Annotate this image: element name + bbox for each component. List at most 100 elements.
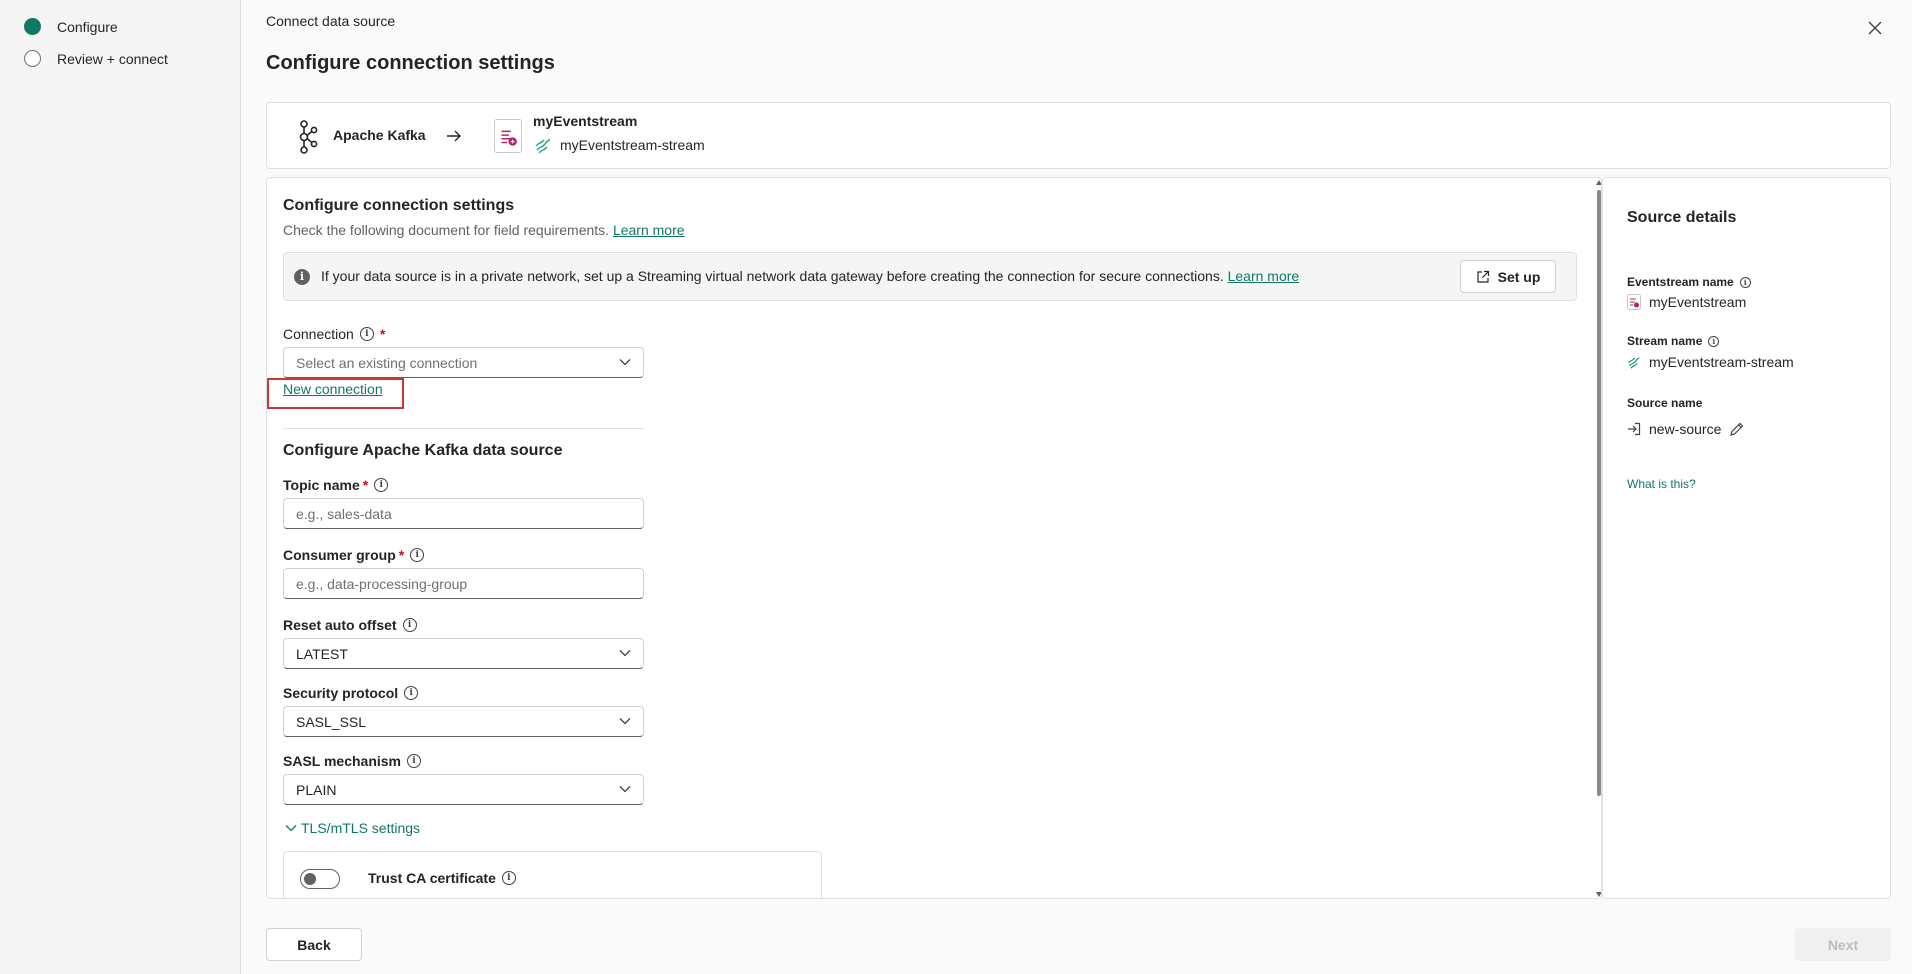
sasl-mechanism-label: SASL mechanism i [283, 753, 422, 769]
eventstream-label-text: Eventstream name [1627, 275, 1734, 289]
kafka-section-title: Configure Apache Kafka data source [283, 442, 563, 459]
stream-icon [535, 139, 551, 154]
reset-offset-label: Reset auto offset i [283, 617, 417, 633]
next-button[interactable]: Next [1795, 928, 1891, 961]
vertical-scrollbar[interactable] [1595, 178, 1601, 898]
destination-name: myEventstream [533, 113, 638, 129]
stream-name-label: Stream name i [1627, 334, 1720, 348]
page-title: Configure connection settings [266, 52, 555, 74]
chevron-down-icon [619, 650, 631, 657]
info-icon: i [410, 548, 425, 562]
stream-label-text: Stream name [1627, 334, 1703, 348]
close-icon[interactable] [1864, 17, 1886, 39]
tls-settings-card: Trust CA certificate i [283, 851, 822, 898]
connection-placeholder: Select an existing connection [296, 354, 478, 371]
destination-stream-name: myEventstream-stream [560, 137, 705, 153]
topic-name-input[interactable]: e.g., sales-data [283, 498, 644, 529]
eventstream-name-value: myEventstream [1627, 294, 1746, 310]
wizard-sidebar: Configure Review + connect [0, 0, 241, 974]
set-up-label: Set up [1497, 268, 1541, 285]
required-mark: * [398, 547, 405, 563]
step-configure[interactable]: Configure [24, 18, 118, 35]
eventstream-value-text: myEventstream [1649, 294, 1747, 310]
required-mark: * [362, 477, 369, 493]
consumer-label-text: Consumer group [283, 547, 396, 563]
info-icon: i [402, 618, 417, 632]
learn-more-link[interactable]: Learn more [613, 222, 685, 238]
consumer-placeholder: e.g., data-processing-group [296, 575, 468, 592]
topic-placeholder: e.g., sales-data [296, 505, 392, 522]
consumer-group-label: Consumer group * i [283, 547, 425, 563]
trust-label-text: Trust CA certificate [368, 870, 496, 886]
what-is-this-link[interactable]: What is this? [1627, 477, 1696, 491]
back-button[interactable]: Back [266, 928, 362, 961]
divider [283, 428, 644, 429]
step-label: Review + connect [57, 50, 168, 67]
protocol-value: SASL_SSL [296, 713, 367, 730]
consumer-group-input[interactable]: e.g., data-processing-group [283, 568, 644, 599]
hint-text: Check the following document for field r… [283, 222, 610, 238]
trust-ca-label: Trust CA certificate i [368, 870, 516, 886]
eventstream-name-label: Eventstream name i [1627, 275, 1751, 289]
sign-in-icon [1628, 422, 1641, 436]
protocol-label-text: Security protocol [283, 685, 399, 701]
info-icon: i [1708, 335, 1720, 347]
info-icon: i [501, 871, 516, 885]
source-name-label: Source name [1627, 396, 1702, 410]
pencil-icon[interactable] [1729, 421, 1745, 437]
step-label: Configure [57, 18, 118, 35]
info-icon: i [1739, 276, 1751, 288]
info-icon: i [359, 327, 374, 341]
security-protocol-dropdown[interactable]: SASL_SSL [283, 706, 644, 737]
stream-icon [1628, 357, 1640, 369]
step-active-dot [24, 18, 41, 35]
stream-name-value: myEventstream-stream [1627, 354, 1794, 370]
info-learn-more-link[interactable]: Learn more [1228, 268, 1300, 284]
trust-ca-switch[interactable] [300, 869, 340, 889]
main-content: Connect data source Configure connection… [242, 0, 1912, 974]
external-link-icon [1477, 270, 1489, 283]
info-icon: i [374, 478, 389, 492]
topic-name-label: Topic name * i [283, 477, 389, 493]
sasl-value: PLAIN [296, 781, 337, 798]
info-message: If your data source is in a private netw… [321, 268, 1299, 284]
source-value-text: new-source [1649, 421, 1722, 437]
step-review-connect[interactable]: Review + connect [24, 50, 168, 67]
required-mark: * [379, 326, 386, 342]
connection-label-text: Connection [283, 326, 354, 342]
source-label-text: Source name [1627, 396, 1703, 410]
sasl-mechanism-dropdown[interactable]: PLAIN [283, 774, 644, 805]
source-name-value: new-source [1627, 421, 1745, 437]
eventstream-icon [1627, 294, 1641, 310]
step-dot [24, 50, 41, 67]
scroll-thumb[interactable] [1597, 190, 1601, 796]
chevron-down-icon [619, 718, 631, 725]
source-destination-card: Apache Kafka myEventstream myEventstream… [266, 102, 1891, 169]
field-requirements-hint: Check the following document for field r… [283, 222, 685, 238]
private-network-info-bar: i If your data source is in a private ne… [283, 252, 1577, 301]
source-details-title: Source details [1627, 209, 1737, 226]
info-icon: i [407, 754, 422, 768]
switch-knob [304, 873, 316, 885]
tls-settings-toggle[interactable]: TLS/mTLS settings [285, 820, 420, 836]
offset-label-text: Reset auto offset [283, 617, 397, 633]
section-title: Configure connection settings [283, 197, 515, 214]
reset-offset-dropdown[interactable]: LATEST [283, 638, 644, 669]
kafka-icon [299, 120, 318, 154]
connection-dropdown[interactable]: Select an existing connection [283, 347, 644, 378]
chevron-down-icon [285, 825, 297, 832]
tls-label: TLS/mTLS settings [301, 820, 421, 836]
topic-label-text: Topic name [283, 477, 360, 493]
info-icon: i [404, 686, 419, 700]
new-connection-link[interactable]: New connection [283, 381, 383, 397]
arrow-right-icon [447, 130, 461, 142]
connection-label: Connection i * [283, 326, 385, 342]
security-protocol-label: Security protocol i [283, 685, 419, 701]
set-up-button[interactable]: Set up [1460, 260, 1556, 293]
sasl-label-text: SASL mechanism [283, 753, 402, 769]
connection-settings-panel: Configure connection settings Check the … [266, 177, 1602, 899]
info-icon: i [294, 269, 310, 285]
breadcrumb: Connect data source [266, 13, 396, 29]
chevron-down-icon [619, 786, 631, 793]
stream-value-text: myEventstream-stream [1649, 354, 1794, 370]
